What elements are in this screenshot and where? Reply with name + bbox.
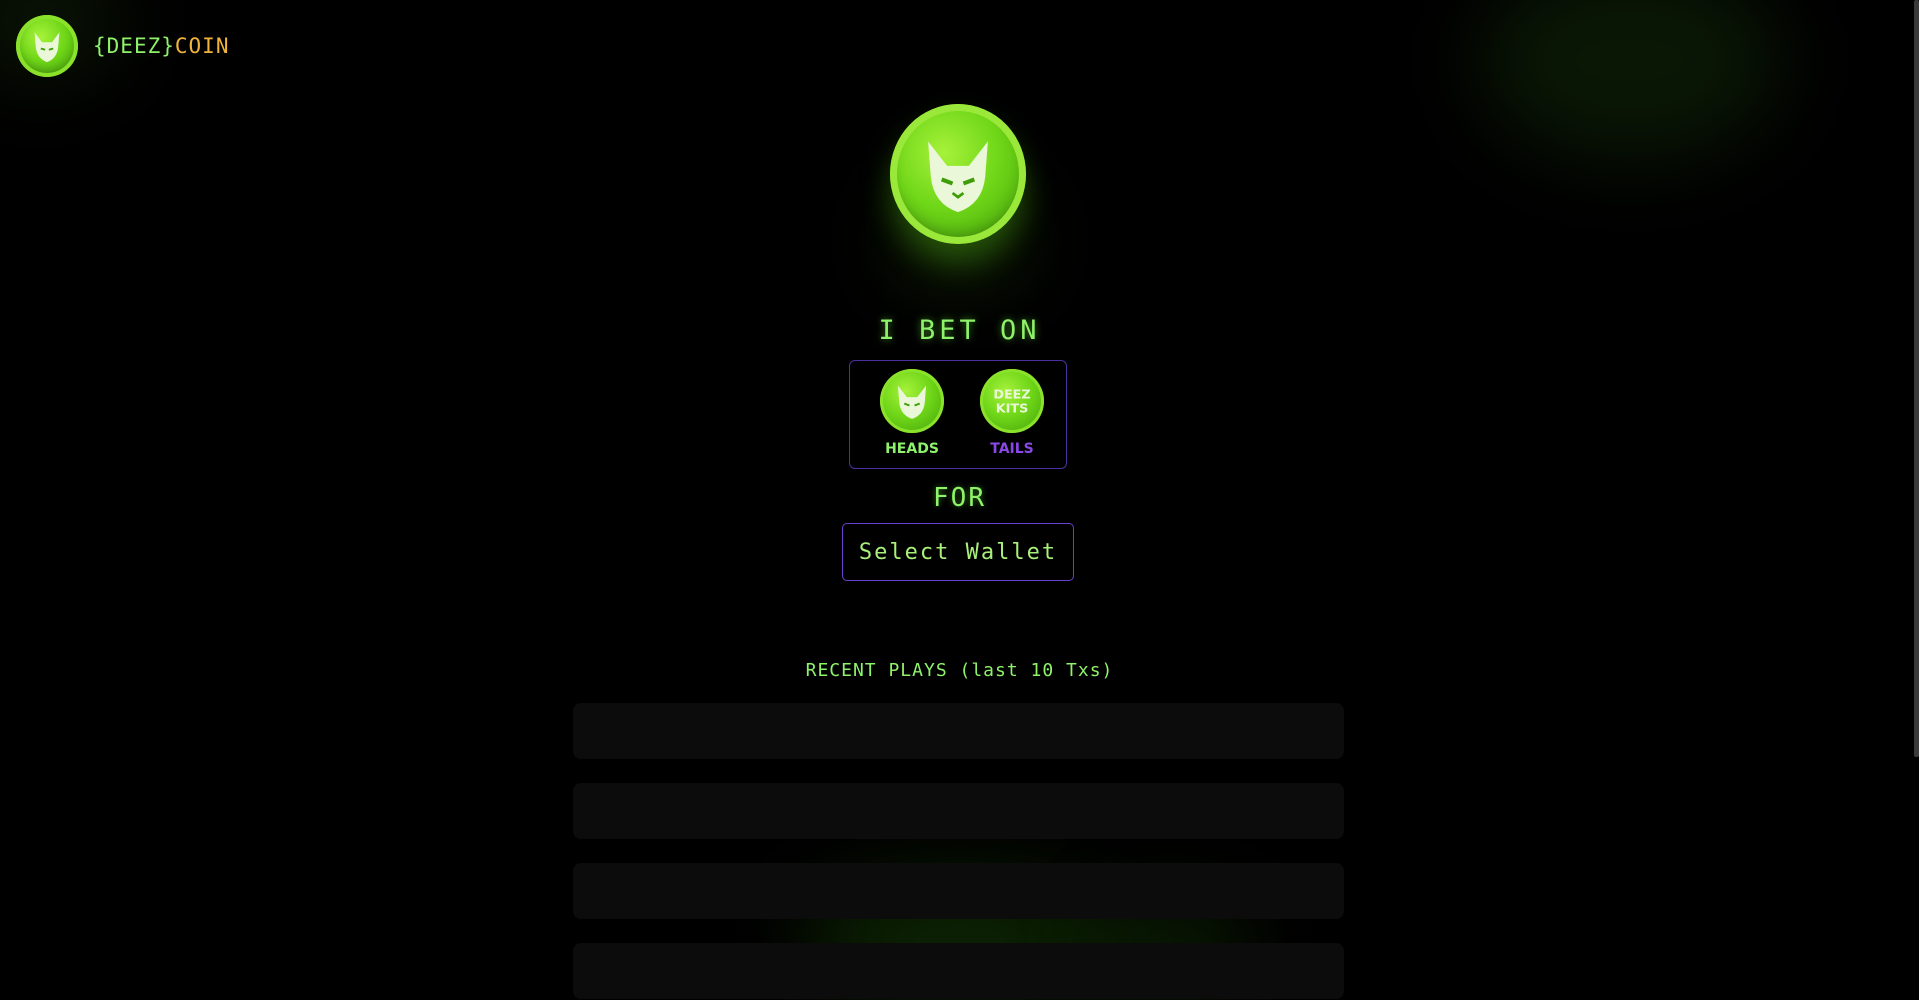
tails-coin-text-top: DEEZ	[993, 387, 1030, 402]
recent-play-row	[573, 863, 1344, 919]
flip-coin-icon	[890, 104, 1026, 244]
tails-label: TAILS	[990, 441, 1034, 457]
brace-open: {	[93, 34, 107, 58]
recent-play-row	[573, 783, 1344, 839]
heads-option[interactable]: HEADS	[877, 369, 947, 457]
logo-coin-icon[interactable]	[16, 15, 78, 77]
background-glow	[1480, 0, 1780, 160]
tails-option[interactable]: DEEZ KITS TAILS	[977, 369, 1047, 457]
for-title: FOR	[933, 483, 986, 513]
select-wallet-button[interactable]: Select Wallet	[842, 523, 1074, 581]
bet-title: I BET ON	[878, 315, 1041, 346]
recent-plays-title: RECENT PLAYS (last 10 Txs)	[805, 660, 1114, 681]
tails-coin-text-bottom: KITS	[996, 402, 1029, 417]
brace-close: }	[161, 34, 175, 58]
scrollbar[interactable]	[1914, 0, 1919, 757]
brand-deez: DEEZ	[106, 34, 162, 58]
heads-coin-icon	[880, 369, 944, 433]
logo-text[interactable]: {DEEZ}COIN	[93, 34, 229, 58]
recent-play-row	[573, 943, 1344, 999]
heads-label: HEADS	[885, 441, 939, 457]
recent-play-row	[573, 703, 1344, 759]
tails-coin-icon: DEEZ KITS	[980, 369, 1044, 433]
side-selector: HEADS DEEZ KITS TAILS	[849, 360, 1067, 469]
brand-coin: COIN	[174, 34, 230, 58]
